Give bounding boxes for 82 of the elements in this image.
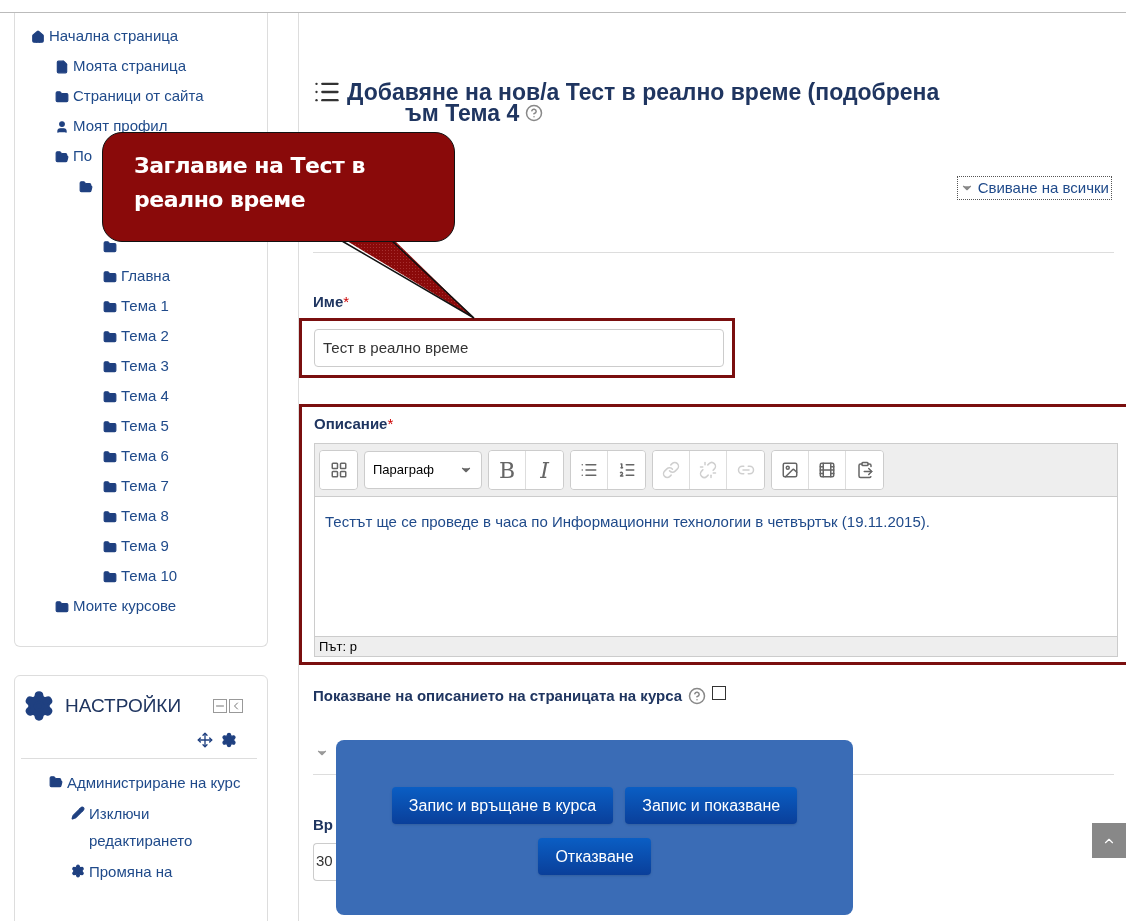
toolbar-button[interactable] (608, 451, 645, 489)
toolbar-button[interactable]: I (526, 451, 563, 489)
nav-link[interactable]: Моите курсове (73, 597, 177, 615)
nav-link[interactable]: Тема 2 (121, 327, 169, 345)
nav-link[interactable]: Начална страница (49, 27, 179, 45)
image-icon (781, 461, 799, 479)
move-icon[interactable] (197, 732, 213, 748)
block-title: НАСТРОЙКИ (65, 693, 182, 718)
collapse-all-link[interactable]: Свиване на всички (956, 175, 1112, 200)
field-label: Показване на описанието на страницата на курса (313, 686, 683, 706)
nav-link[interactable]: Администриране на курс (67, 769, 241, 796)
field-label: Име (313, 293, 344, 310)
folder-icon (103, 540, 117, 554)
dock-icon[interactable] (229, 699, 243, 713)
name-field[interactable]: Тест в реално време (314, 328, 724, 367)
film-icon (818, 461, 836, 479)
nav-link[interactable]: Тема 6 (121, 447, 169, 465)
nav-link[interactable]: Промяна на (89, 858, 173, 885)
nav-link[interactable]: Тема 9 (121, 537, 169, 555)
folder-icon (103, 360, 117, 374)
nav-link[interactable]: Тема 1 (121, 297, 169, 315)
help-icon[interactable] (525, 103, 544, 122)
toolbar-button[interactable]: B (489, 451, 526, 489)
folder-icon (103, 390, 117, 404)
nav-link[interactable]: Страници от сайта (73, 87, 204, 105)
cancel-button[interactable]: Отказване (538, 838, 651, 875)
folder-icon (103, 300, 117, 314)
folder-icon (103, 330, 117, 344)
bullet-list-icon (580, 461, 598, 479)
nav-link[interactable]: Моята страница (73, 57, 186, 75)
folder-icon (55, 600, 69, 614)
toolbar-button[interactable] (809, 451, 846, 489)
folder-icon (103, 270, 117, 284)
folder-icon (103, 480, 117, 494)
folder-icon (103, 450, 117, 464)
nav-link[interactable]: Моят профил (73, 117, 168, 135)
link-icon (662, 461, 680, 479)
nav-link[interactable]: Тема 4 (121, 387, 169, 405)
format-dropdown[interactable]: Параграф (364, 451, 482, 489)
checkbox[interactable] (712, 686, 727, 701)
nav-link[interactable]: Тема 3 (121, 357, 169, 375)
numbered-list-icon (617, 461, 636, 479)
gears-icon (23, 690, 55, 722)
callout: Заглавие на Тест в реално време (102, 132, 455, 242)
toolbar-button[interactable] (772, 451, 809, 489)
submit-button[interactable]: Запис и връщане в курса (391, 787, 614, 824)
unlink-icon (699, 461, 717, 479)
folder-icon (103, 570, 117, 584)
open-folder-icon (49, 775, 63, 789)
toolbar-button[interactable] (320, 451, 357, 489)
minimize-icon[interactable] (213, 699, 227, 713)
toolbar-button[interactable] (846, 451, 883, 489)
page-icon (55, 60, 69, 74)
clipboard-icon (855, 461, 874, 479)
field-label: Вр (313, 815, 333, 833)
submit-button[interactable]: Запис и показване (625, 787, 798, 824)
pencil-icon (71, 806, 85, 820)
gears-icon[interactable] (221, 732, 237, 748)
user-icon (55, 120, 69, 134)
nav-link[interactable]: Главна (121, 267, 170, 285)
editor-text: Тестът ще се проведе в часа по Информационни технологии в четвъртък (19.11.2015). (325, 512, 931, 532)
open-folder-icon (79, 180, 93, 194)
field-label: Описание (314, 414, 388, 432)
open-folder-icon (55, 150, 69, 164)
required-mark: * (387, 414, 394, 432)
folder-icon (103, 240, 117, 254)
folder-icon (103, 420, 117, 434)
folder-icon (103, 510, 117, 524)
home-icon (31, 30, 45, 44)
gears-icon (71, 864, 85, 878)
nav-link[interactable]: Тема 10 (121, 567, 178, 585)
help-icon[interactable] (688, 687, 707, 706)
toolbar-button[interactable] (571, 451, 608, 489)
nav-link[interactable]: Изключи редактирането (89, 800, 249, 854)
folder-icon (55, 90, 69, 104)
nav-link[interactable]: По (73, 147, 93, 165)
toolbar-toggle-icon (329, 461, 348, 479)
nav-link[interactable]: Тема 7 (121, 477, 169, 495)
required-mark: * (343, 293, 350, 310)
element-path: Път: p (319, 637, 357, 656)
nav-link[interactable]: Тема 8 (121, 507, 169, 525)
nav-link[interactable]: Тема 5 (121, 417, 169, 435)
